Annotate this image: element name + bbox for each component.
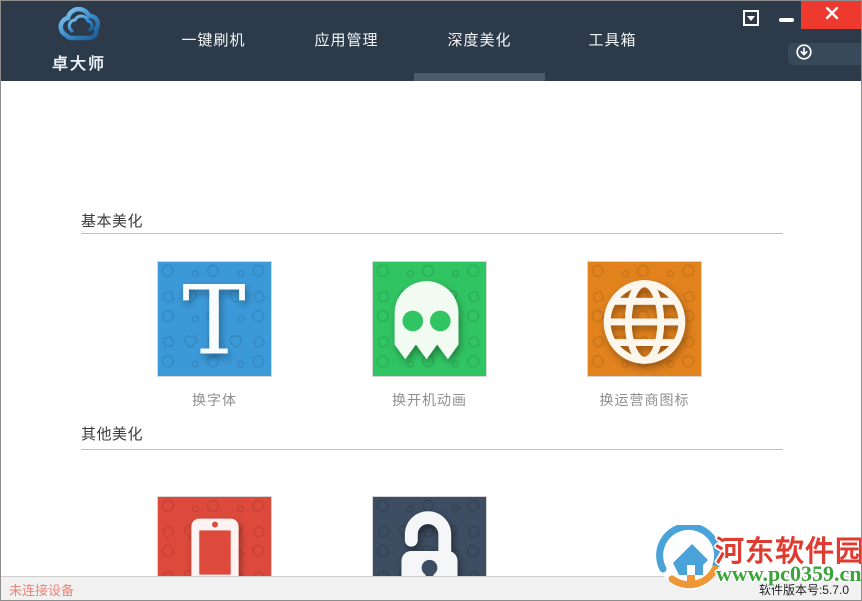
tab-label: 深度美化 <box>447 32 511 49</box>
status-bar: 未连接设备 软件版本号:5.7.0 <box>1 576 861 600</box>
tile-label: 换开机动画 <box>372 390 487 410</box>
tab-label: 应用管理 <box>314 32 378 49</box>
app-name: 卓大师 <box>47 50 111 74</box>
app-logo: 卓大师 <box>47 7 111 77</box>
tile-change-font[interactable]: T 换字体 <box>157 261 272 410</box>
close-icon <box>825 6 839 25</box>
tile-label: 换字体 <box>157 390 272 410</box>
tile-carrier-icon[interactable]: 换运营商图标 <box>587 261 702 410</box>
minimize-button[interactable] <box>779 18 794 22</box>
active-tab-indicator <box>414 73 545 81</box>
tile-label: 换运营商图标 <box>587 390 702 410</box>
section-divider <box>81 449 783 450</box>
download-icon <box>796 44 812 65</box>
tab-label: 工具箱 <box>588 32 636 49</box>
dropdown-arrow-icon <box>747 16 755 21</box>
tile-boot-animation[interactable]: 换开机动画 <box>372 261 487 410</box>
app-window: 卓大师 一键刷机 应用管理 深度美化 工具箱 <box>0 0 862 601</box>
section-divider <box>81 233 783 234</box>
tab-app-management[interactable]: 应用管理 <box>280 1 413 81</box>
window-menu-button[interactable] <box>743 10 759 26</box>
globe-icon <box>587 261 702 377</box>
tab-deep-beautify[interactable]: 深度美化 <box>413 1 546 81</box>
app-header: 卓大师 一键刷机 应用管理 深度美化 工具箱 <box>1 1 861 81</box>
device-status: 未连接设备 <box>9 580 74 599</box>
section-title-other: 其他美化 <box>81 423 143 444</box>
version-label: 软件版本号:5.7.0 <box>759 581 849 598</box>
font-letter-t-icon: T <box>157 261 272 377</box>
section-title-basic: 基本美化 <box>81 210 143 231</box>
tab-one-key-flash[interactable]: 一键刷机 <box>147 1 280 81</box>
main-tabs: 一键刷机 应用管理 深度美化 工具箱 <box>147 1 679 81</box>
tab-label: 一键刷机 <box>181 32 245 49</box>
tab-toolbox[interactable]: 工具箱 <box>546 1 679 81</box>
main-content: 基本美化 <box>1 81 861 578</box>
close-button[interactable] <box>801 1 862 29</box>
download-button[interactable] <box>788 43 862 65</box>
svg-text:T: T <box>182 266 246 376</box>
ghost-icon <box>372 261 487 377</box>
cloud-logo-icon <box>47 7 111 49</box>
